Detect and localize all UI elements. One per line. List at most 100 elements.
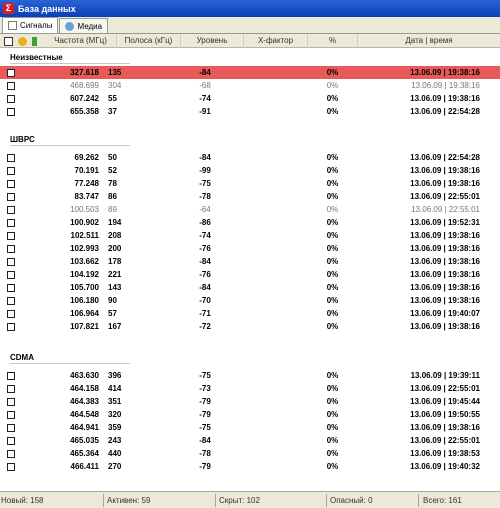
cell-percent: 0% [326,107,339,116]
table-row[interactable]: 102.511 208 -74 0% 13.06.09 | 19:38:16 [0,229,500,242]
table-row[interactable]: 107.821 167 -72 0% 13.06.09 | 19:38:16 [0,320,500,333]
table-row[interactable]: 83.747 86 -78 0% 13.06.09 | 22:55:01 [0,190,500,203]
cell-datetime: 13.06.09 | 19:38:16 [410,283,480,292]
cell-datetime: 13.06.09 | 22:55:01 [410,192,480,201]
group-header[interactable]: ШВРС [10,135,130,146]
row-checkbox[interactable] [7,167,15,175]
cell-datetime: 13.06.09 | 19:40:07 [410,309,480,318]
cell-bandwidth: 167 [108,322,122,331]
table-row[interactable]: 106.964 57 -71 0% 13.06.09 | 19:40:07 [0,307,500,320]
column-xfactor[interactable]: Х-фактор [244,34,308,48]
table-row[interactable]: 104.192 221 -76 0% 13.06.09 | 19:38:16 [0,268,500,281]
row-checkbox[interactable] [7,95,15,103]
cell-datetime: 13.06.09 | 22:54:28 [410,107,480,116]
table-row[interactable]: 106.180 90 -70 0% 13.06.09 | 19:38:16 [0,294,500,307]
table-row[interactable]: 655.358 37 -91 0% 13.06.09 | 22:54:28 [0,105,500,118]
flag-column-icon[interactable] [32,37,37,46]
table-row[interactable]: 105.700 143 -84 0% 13.06.09 | 19:38:16 [0,281,500,294]
group-header[interactable]: CDMA [10,353,130,364]
table-row[interactable]: 102.993 200 -76 0% 13.06.09 | 19:38:16 [0,242,500,255]
table-row[interactable]: 464.383 351 -79 0% 13.06.09 | 19:45:44 [0,395,500,408]
column-bandwidth[interactable]: Полоса (кГц) [117,34,181,48]
table-row[interactable]: 463.630 396 -75 0% 13.06.09 | 19:39:11 [0,369,500,382]
cell-level: -73 [199,384,211,393]
cell-percent: 0% [326,257,339,266]
row-checkbox[interactable] [7,180,15,188]
row-checkbox[interactable] [7,372,15,380]
row-checkbox[interactable] [7,310,15,318]
column-freq[interactable]: Частота (МГц) [45,34,117,48]
column-datetime[interactable]: Дата | время [358,34,500,48]
row-checkbox[interactable] [7,193,15,201]
row-checkbox[interactable] [7,82,15,90]
tab-signals[interactable]: Сигналы [2,17,59,33]
row-checkbox[interactable] [7,463,15,471]
cell-datetime: 13.06.09 | 19:38:53 [410,449,480,458]
cell-percent: 0% [326,322,339,331]
row-checkbox[interactable] [7,206,15,214]
cell-percent: 0% [326,94,339,103]
table-row[interactable]: 464.548 320 -79 0% 13.06.09 | 19:50:55 [0,408,500,421]
title-bar: Σ База данных [0,0,500,17]
cell-level: -76 [199,244,211,253]
check-column-icon[interactable] [4,37,13,46]
cell-level: -84 [199,257,211,266]
cell-datetime: 13.06.09 | 22:54:28 [410,153,480,162]
app-icon: Σ [3,3,14,14]
row-checkbox[interactable] [7,450,15,458]
group-header[interactable]: Неизвестные [10,53,130,64]
row-checkbox[interactable] [7,385,15,393]
row-checkbox[interactable] [7,258,15,266]
row-checkbox[interactable] [7,437,15,445]
row-checkbox[interactable] [7,284,15,292]
cell-datetime: 13.06.09 | 19:38:16 [410,68,480,77]
table-row[interactable]: 103.662 178 -84 0% 13.06.09 | 19:38:16 [0,255,500,268]
cell-freq: 83.747 [74,192,99,201]
column-level[interactable]: Уровень [181,34,244,48]
table-row[interactable]: 465.364 440 -78 0% 13.06.09 | 19:38:53 [0,447,500,460]
row-checkbox[interactable] [7,154,15,162]
cell-datetime: 13.06.09 | 19:40:32 [410,462,480,471]
table-row[interactable]: 466.411 270 -79 0% 13.06.09 | 19:40:32 [0,460,500,473]
table-row[interactable]: 607.242 55 -74 0% 13.06.09 | 19:38:16 [0,92,500,105]
cell-datetime: 13.06.09 | 19:38:16 [410,322,480,331]
table-row[interactable]: 69.262 50 -84 0% 13.06.09 | 22:54:28 [0,151,500,164]
row-checkbox[interactable] [7,411,15,419]
table-row[interactable]: 468.699 304 -68 0% 13.06.09 | 19:38:16 [0,79,500,92]
status-column-icon[interactable] [18,37,27,46]
row-checkbox[interactable] [7,69,15,77]
cell-bandwidth: 221 [108,270,122,279]
table-row[interactable]: 77.248 78 -75 0% 13.06.09 | 19:38:16 [0,177,500,190]
cell-bandwidth: 52 [108,166,117,175]
row-checkbox[interactable] [7,219,15,227]
row-checkbox[interactable] [7,297,15,305]
cell-level: -79 [199,397,211,406]
row-checkbox[interactable] [7,271,15,279]
row-checkbox[interactable] [7,398,15,406]
signal-table: Неизвестные 327.618 135 -84 0% 13.06.09 | 19:… [0,48,500,488]
row-checkbox[interactable] [7,323,15,331]
cell-datetime: 13.06.09 | 22:55:01 [410,436,480,445]
table-row[interactable]: 70.191 52 -99 0% 13.06.09 | 19:38:16 [0,164,500,177]
row-checkbox[interactable] [7,424,15,432]
document-icon [8,21,17,30]
row-checkbox[interactable] [7,232,15,240]
table-row[interactable]: 464.941 359 -75 0% 13.06.09 | 19:38:16 [0,421,500,434]
row-checkbox[interactable] [7,108,15,116]
table-row[interactable]: 100.902 194 -86 0% 13.06.09 | 19:52:31 [0,216,500,229]
row-checkbox[interactable] [7,245,15,253]
cell-level: -78 [199,449,211,458]
table-row[interactable]: 100.503 89 -64 0% 13.06.09 | 22:55:01 [0,203,500,216]
cell-percent: 0% [326,449,339,458]
cell-freq: 327.618 [70,68,99,77]
cell-freq: 106.964 [70,309,99,318]
table-row[interactable]: 465.035 243 -84 0% 13.06.09 | 22:55:01 [0,434,500,447]
cell-level: -99 [199,166,211,175]
column-percent[interactable]: % [308,34,358,48]
cell-level: -84 [199,68,211,77]
cell-level: -79 [199,410,211,419]
tab-media[interactable]: Медиа [59,18,109,33]
table-row[interactable]: 464.158 414 -73 0% 13.06.09 | 22:55:01 [0,382,500,395]
cell-datetime: 13.06.09 | 19:50:55 [410,410,480,419]
table-row[interactable]: 327.618 135 -84 0% 13.06.09 | 19:38:16 [0,66,500,79]
